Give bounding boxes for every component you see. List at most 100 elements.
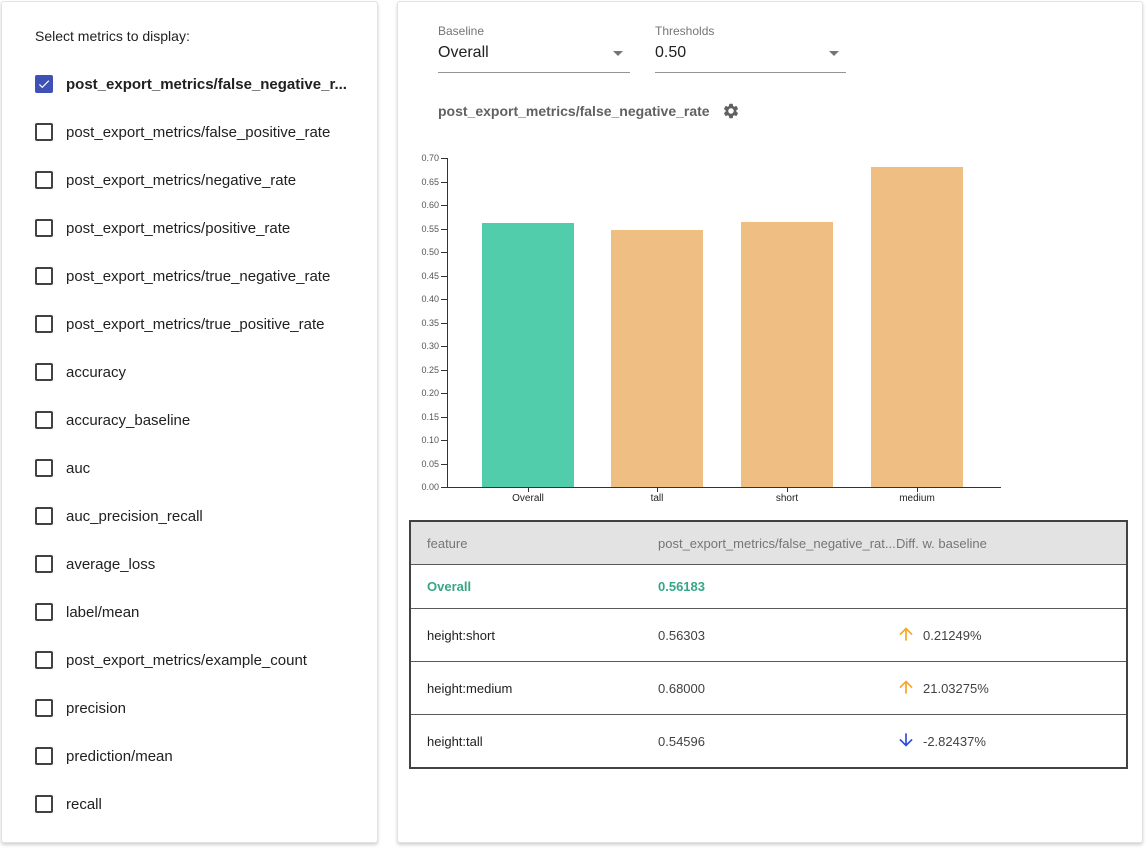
metric-label: precision xyxy=(66,700,126,717)
y-axis-tick xyxy=(441,252,447,253)
metric-label: auc xyxy=(66,460,90,477)
metric-checkbox-item[interactable]: auc_precision_recall xyxy=(2,492,377,540)
metric-label: label/mean xyxy=(66,604,139,621)
y-axis-tick-label: 0.50 xyxy=(403,247,439,257)
metric-checkbox-item[interactable]: accuracy_baseline xyxy=(2,396,377,444)
y-axis-tick xyxy=(441,158,447,159)
y-axis-tick-label: 0.00 xyxy=(403,482,439,492)
metric-label: post_export_metrics/false_positive_rate xyxy=(66,124,330,141)
bar-tall[interactable] xyxy=(611,230,703,487)
y-axis-tick-label: 0.20 xyxy=(403,388,439,398)
metric-checkbox-item[interactable]: recall xyxy=(2,780,377,828)
metric-label: post_export_metrics/false_negative_r... xyxy=(66,76,347,93)
metric-checkbox-item[interactable]: prediction/mean xyxy=(2,732,377,780)
metric-checkbox-item[interactable]: precision xyxy=(2,684,377,732)
metric-label: post_export_metrics/negative_rate xyxy=(66,172,296,189)
x-axis-category-label: short xyxy=(741,493,833,504)
metric-checkbox-item[interactable]: post_export_metrics/true_positive_rate xyxy=(2,300,377,348)
metric-label: post_export_metrics/true_negative_rate xyxy=(66,268,330,285)
diff-cell: 21.03275% xyxy=(896,677,1126,700)
metric-value-cell: 0.56183 xyxy=(658,579,896,594)
y-axis-tick-label: 0.35 xyxy=(403,318,439,328)
metric-checkbox-item[interactable]: post_export_metrics/false_positive_rate xyxy=(2,108,377,156)
feature-cell: height:medium xyxy=(411,681,658,696)
bar-short[interactable] xyxy=(741,222,833,487)
checkbox-unchecked-icon[interactable] xyxy=(35,363,53,381)
checkbox-unchecked-icon[interactable] xyxy=(35,555,53,573)
y-axis-tick xyxy=(441,229,447,230)
y-axis-tick-label: 0.25 xyxy=(403,365,439,375)
feature-cell: Overall xyxy=(411,579,658,594)
table-row: height:medium0.68000 21.03275% xyxy=(411,661,1126,714)
metric-checkbox-item[interactable]: post_export_metrics/true_negative_rate xyxy=(2,252,377,300)
x-axis-category-label: tall xyxy=(611,493,703,504)
x-axis-category-label: Overall xyxy=(482,493,574,504)
y-axis-tick xyxy=(441,370,447,371)
bar-overall[interactable] xyxy=(482,223,574,487)
metric-label: auc_precision_recall xyxy=(66,508,203,525)
y-axis-tick xyxy=(441,346,447,347)
checkbox-unchecked-icon[interactable] xyxy=(35,459,53,477)
y-axis-tick xyxy=(441,205,447,206)
checkbox-unchecked-icon[interactable] xyxy=(35,411,53,429)
metric-checkbox-item[interactable]: average_loss xyxy=(2,540,377,588)
bar-medium[interactable] xyxy=(871,167,963,487)
metric-checkbox-item[interactable]: post_export_metrics/positive_rate xyxy=(2,204,377,252)
checkbox-unchecked-icon[interactable] xyxy=(35,507,53,525)
checkbox-unchecked-icon[interactable] xyxy=(35,267,53,285)
y-axis-tick-label: 0.15 xyxy=(403,412,439,422)
checkbox-unchecked-icon[interactable] xyxy=(35,603,53,621)
feature-cell: height:short xyxy=(411,628,658,643)
metric-checkbox-item[interactable]: post_export_metrics/negative_rate xyxy=(2,156,377,204)
y-axis-tick xyxy=(441,487,447,488)
feature-cell: height:tall xyxy=(411,734,658,749)
table-row: Overall0.56183 xyxy=(411,564,1126,608)
y-axis-tick-label: 0.70 xyxy=(403,153,439,163)
checkbox-unchecked-icon[interactable] xyxy=(35,171,53,189)
checkbox-unchecked-icon[interactable] xyxy=(35,219,53,237)
checkbox-checked-icon[interactable] xyxy=(35,75,53,93)
checkbox-unchecked-icon[interactable] xyxy=(35,699,53,717)
metrics-select-panel: Select metrics to display: post_export_m… xyxy=(1,1,378,843)
results-panel: Baseline Overall Thresholds 0.50 post_ex… xyxy=(397,1,1143,843)
metric-value-cell: 0.68000 xyxy=(658,681,896,696)
y-axis-tick-label: 0.65 xyxy=(403,177,439,187)
x-axis-tick xyxy=(657,487,658,492)
metric-checkbox-item[interactable]: accuracy xyxy=(2,348,377,396)
bar-chart: 0.000.050.100.150.200.250.300.350.400.45… xyxy=(398,2,1144,517)
y-axis-tick xyxy=(441,464,447,465)
metric-label: accuracy xyxy=(66,364,126,381)
table-header-diff: Diff. w. baseline xyxy=(896,536,1126,551)
metric-checkbox-item[interactable]: post_export_metrics/example_count xyxy=(2,636,377,684)
y-axis-tick-label: 0.55 xyxy=(403,224,439,234)
metric-checkbox-item[interactable]: auc xyxy=(2,444,377,492)
y-axis-tick-label: 0.30 xyxy=(403,341,439,351)
x-axis-tick xyxy=(917,487,918,492)
y-axis-tick xyxy=(441,440,447,441)
y-axis-tick xyxy=(441,299,447,300)
arrow-up-icon xyxy=(896,677,916,700)
metrics-list: post_export_metrics/false_negative_r...p… xyxy=(2,60,377,828)
x-axis-category-label: medium xyxy=(871,493,963,504)
diff-cell: 0.21249% xyxy=(896,624,1126,647)
metric-label: prediction/mean xyxy=(66,748,173,765)
y-axis-line xyxy=(447,158,448,487)
checkbox-unchecked-icon[interactable] xyxy=(35,747,53,765)
diff-value: -2.82437% xyxy=(923,734,986,749)
checkbox-unchecked-icon[interactable] xyxy=(35,123,53,141)
diff-value: 21.03275% xyxy=(923,681,989,696)
x-axis-tick xyxy=(528,487,529,492)
metric-label: average_loss xyxy=(66,556,155,573)
metric-checkbox-item[interactable]: post_export_metrics/false_negative_r... xyxy=(2,60,377,108)
metric-value-cell: 0.54596 xyxy=(658,734,896,749)
metrics-table: feature post_export_metrics/false_negati… xyxy=(409,520,1128,769)
checkbox-unchecked-icon[interactable] xyxy=(35,795,53,813)
table-row: height:short0.563030.21249% xyxy=(411,608,1126,661)
checkbox-unchecked-icon[interactable] xyxy=(35,651,53,669)
checkbox-unchecked-icon[interactable] xyxy=(35,315,53,333)
table-header-row: feature post_export_metrics/false_negati… xyxy=(411,522,1126,564)
metric-checkbox-item[interactable]: label/mean xyxy=(2,588,377,636)
metric-label: post_export_metrics/true_positive_rate xyxy=(66,316,324,333)
y-axis-tick-label: 0.60 xyxy=(403,200,439,210)
arrow-down-icon xyxy=(896,730,916,753)
